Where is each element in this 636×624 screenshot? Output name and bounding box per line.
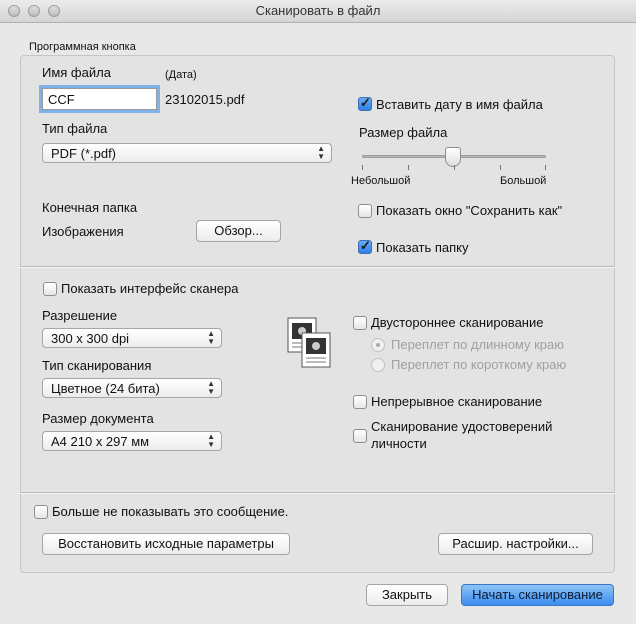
insert-date-label: Вставить дату в имя файла xyxy=(376,97,543,112)
show-scanner-interface-checkbox[interactable] xyxy=(43,282,57,296)
document-size-value: A4 210 x 297 мм xyxy=(51,434,150,449)
resolution-label: Разрешение xyxy=(42,308,118,323)
show-save-as-label: Показать окно "Сохранить как" xyxy=(376,203,563,218)
file-type-select[interactable]: PDF (*.pdf) ▲ ▼ xyxy=(42,143,332,163)
file-name-input[interactable]: CCF xyxy=(42,88,157,110)
slider-ticks xyxy=(362,165,546,171)
continuous-scan-checkbox[interactable] xyxy=(353,395,367,409)
continuous-scan-label: Непрерывное сканирование xyxy=(371,394,543,409)
checkmark-icon: ✓ xyxy=(360,238,371,253)
file-type-value: PDF (*.pdf) xyxy=(51,146,117,161)
popup-arrows-icon: ▲ ▼ xyxy=(207,379,215,396)
document-size-label: Размер документа xyxy=(42,411,154,426)
file-size-min-label: Небольшой xyxy=(351,175,411,187)
popup-arrows-icon: ▲ ▼ xyxy=(207,432,215,449)
title-bar: Сканировать в файл xyxy=(0,0,636,23)
close-button[interactable]: Закрыть xyxy=(366,584,448,606)
show-save-as-checkbox[interactable] xyxy=(358,204,372,218)
group-label: Программная кнопка xyxy=(29,41,136,53)
resolution-select[interactable]: 300 x 300 dpi ▲ ▼ xyxy=(42,328,222,348)
date-label: (Дата) xyxy=(165,69,197,81)
divider xyxy=(20,266,615,268)
id-card-scan-checkbox[interactable] xyxy=(353,429,367,443)
destination-label: Конечная папка xyxy=(42,200,138,215)
file-size-max-label: Большой xyxy=(500,175,547,187)
folder-name: Изображения xyxy=(42,224,124,239)
dont-show-again-checkbox[interactable] xyxy=(34,505,48,519)
id-card-scan-label-line1: Сканирование удостоверений xyxy=(371,419,553,434)
file-type-label: Тип файла xyxy=(42,121,108,136)
start-scan-button[interactable]: Начать сканирование xyxy=(461,584,614,606)
document-size-select[interactable]: A4 210 x 297 мм ▲ ▼ xyxy=(42,431,222,451)
resolution-value: 300 x 300 dpi xyxy=(51,331,130,346)
short-edge-radio[interactable] xyxy=(371,358,385,372)
dont-show-again-label: Больше не показывать это сообщение. xyxy=(52,504,289,519)
advanced-settings-button[interactable]: Расшир. настройки... xyxy=(438,533,593,555)
window-title: Сканировать в файл xyxy=(255,3,381,18)
file-size-label: Размер файла xyxy=(359,125,448,140)
file-size-slider-thumb[interactable] xyxy=(445,147,461,167)
show-folder-checkbox[interactable]: ✓ xyxy=(358,238,372,254)
restore-defaults-button[interactable]: Восстановить исходные параметры xyxy=(42,533,290,555)
browse-button[interactable]: Обзор... xyxy=(196,220,281,242)
show-folder-label: Показать папку xyxy=(376,240,469,255)
popup-arrows-icon: ▲ ▼ xyxy=(207,329,215,346)
scan-type-select[interactable]: Цветное (24 бита) ▲ ▼ xyxy=(42,378,222,398)
checkmark-icon: ✓ xyxy=(360,95,371,110)
popup-arrows-icon: ▲ ▼ xyxy=(317,144,325,161)
duplex-scan-checkbox[interactable] xyxy=(353,316,367,330)
divider xyxy=(20,492,615,494)
long-edge-radio[interactable] xyxy=(371,338,385,352)
id-card-scan-label-line2: личности xyxy=(371,436,427,451)
insert-date-checkbox[interactable]: ✓ xyxy=(358,95,372,111)
duplex-scan-label: Двустороннее сканирование xyxy=(371,315,544,330)
duplex-pages-icon xyxy=(287,317,331,368)
long-edge-label: Переплет по длинному краю xyxy=(391,337,565,352)
short-edge-label: Переплет по короткому краю xyxy=(391,357,567,372)
scan-type-value: Цветное (24 бита) xyxy=(51,381,160,396)
file-name-label: Имя файла xyxy=(42,65,111,80)
scan-type-label: Тип сканирования xyxy=(42,358,152,373)
date-value: 23102015.pdf xyxy=(165,92,245,107)
show-scanner-interface-label: Показать интерфейс сканера xyxy=(61,281,239,296)
